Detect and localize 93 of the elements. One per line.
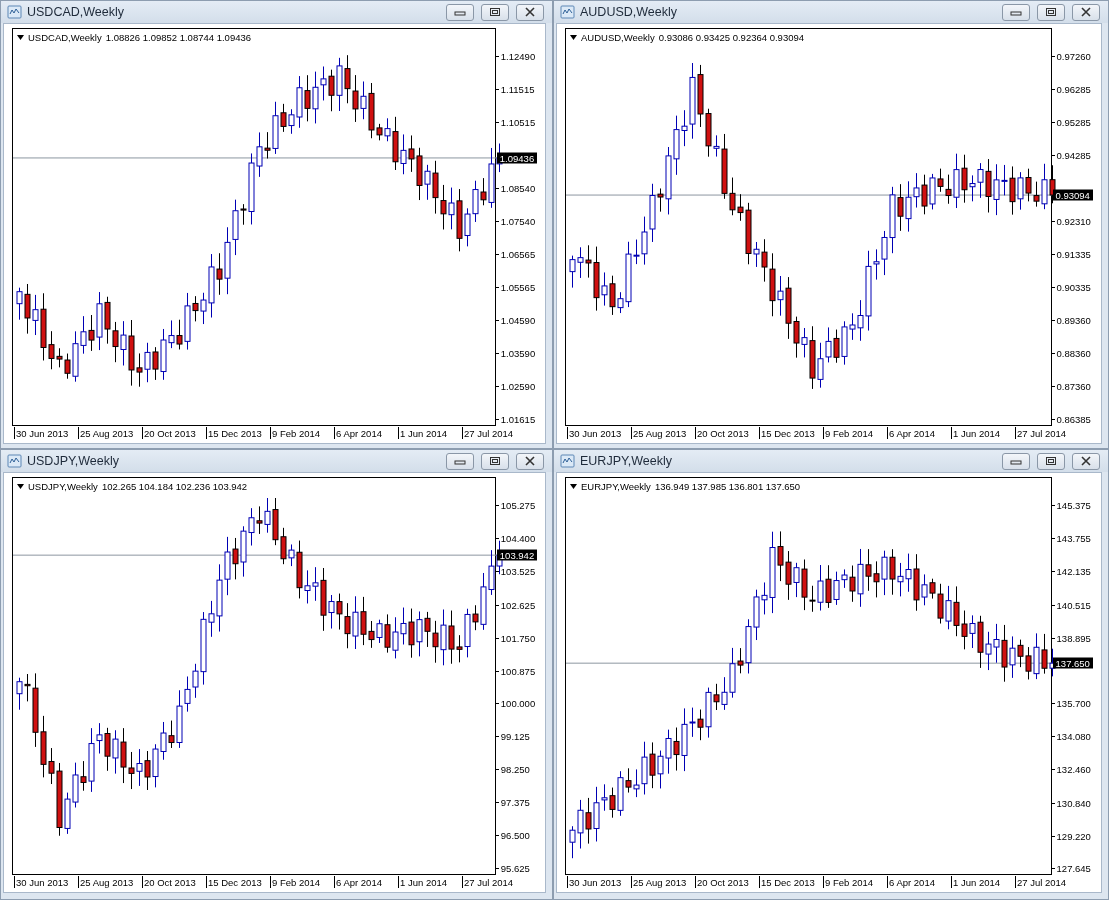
date-axis-label: 20 Oct 2013 [695, 876, 759, 888]
window-title: EURJPY,Weekly [580, 454, 673, 468]
date-axis-label: 25 Aug 2013 [631, 876, 695, 888]
price-axis-label: 100.000 [500, 697, 536, 709]
current-price-tag: 103.942 [496, 549, 538, 561]
date-axis-label: 30 Jun 2013 [567, 876, 631, 888]
date-axis-label: 6 Apr 2014 [334, 876, 398, 888]
price-axis-label: 127.645 [1056, 862, 1091, 874]
price-axis-label: 0.88360 [1056, 347, 1091, 359]
price-axis-label: 1.07540 [500, 215, 536, 227]
price-axis-label: 130.840 [1056, 797, 1091, 809]
price-axis-label: 0.95285 [1056, 116, 1091, 128]
date-axis-label: 25 Aug 2013 [631, 427, 695, 439]
price-axis-label: 0.89360 [1056, 314, 1091, 326]
price-axis-label: 1.01615 [500, 413, 536, 425]
date-axis-label: 30 Jun 2013 [567, 427, 631, 439]
date-axis-label: 15 Dec 2013 [206, 427, 270, 439]
price-axis-label: 1.04590 [500, 314, 536, 326]
price-axis-label: 1.08540 [500, 182, 536, 194]
price-axis-label: 0.87360 [1056, 380, 1091, 392]
date-axis-label: 1 Jun 2014 [951, 427, 1015, 439]
price-axis-label: 132.460 [1056, 763, 1091, 775]
ohlc-values: 0.93086 0.93425 0.92364 0.93094 [658, 32, 804, 43]
date-axis-label: 25 Aug 2013 [78, 876, 142, 888]
date-axis-label: 27 Jul 2014 [462, 427, 526, 439]
symbol-label: EURJPY,Weekly [581, 481, 651, 492]
price-axis-label: 138.895 [1056, 632, 1091, 644]
ohlc-values: 102.265 104.184 102.236 103.942 [101, 481, 248, 492]
price-axis-label: 0.94285 [1056, 149, 1091, 161]
symbol-label: AUDUSD,Weekly [581, 32, 655, 43]
date-axis-label: 9 Feb 2014 [270, 876, 334, 888]
window-title: AUDUSD,Weekly [580, 5, 678, 19]
price-axis-label: 145.375 [1056, 499, 1091, 511]
symbol-label: USDJPY,Weekly [28, 481, 98, 492]
price-axis-label: 134.080 [1056, 730, 1091, 742]
price-axis-label: 104.400 [500, 532, 536, 544]
date-axis-label: 25 Aug 2013 [78, 427, 142, 439]
price-axis-label: 1.03590 [500, 347, 536, 359]
price-axis-label: 1.05565 [500, 281, 536, 293]
date-axis-label: 27 Jul 2014 [462, 876, 526, 888]
date-axis-label: 30 Jun 2013 [14, 876, 78, 888]
price-axis-label: 102.625 [500, 599, 536, 611]
current-price-tag: 0.93094 [1052, 189, 1093, 201]
price-axis-label: 0.86385 [1056, 413, 1091, 425]
price-axis-label: 105.275 [500, 499, 536, 511]
price-axis-label: 0.90335 [1056, 281, 1091, 293]
date-axis-label: 9 Feb 2014 [270, 427, 334, 439]
current-price-tag: 1.09436 [496, 152, 538, 164]
date-axis-label: 30 Jun 2013 [14, 427, 78, 439]
window-title: USDCAD,Weekly [27, 5, 125, 19]
date-axis-label: 9 Feb 2014 [823, 427, 887, 439]
price-axis-label: 1.02590 [500, 380, 536, 392]
symbol-label: USDCAD,Weekly [28, 32, 102, 43]
price-axis-label: 142.135 [1056, 565, 1091, 577]
price-axis-label: 1.10515 [500, 116, 536, 128]
price-axis-label: 140.515 [1056, 599, 1091, 610]
price-axis-label: 95.625 [500, 862, 530, 874]
price-axis-label: 1.12490 [500, 50, 536, 62]
date-axis-label: 1 Jun 2014 [398, 876, 462, 888]
date-axis-label: 27 Jul 2014 [1015, 427, 1079, 439]
date-axis-label: 6 Apr 2014 [334, 427, 398, 439]
price-axis-label: 0.92310 [1056, 215, 1091, 227]
date-axis-label: 15 Dec 2013 [206, 876, 270, 888]
price-axis-label: 100.875 [500, 665, 536, 676]
date-axis-label: 9 Feb 2014 [823, 876, 887, 888]
date-axis-label: 1 Jun 2014 [951, 876, 1015, 888]
date-axis-label: 27 Jul 2014 [1015, 876, 1079, 888]
date-axis-label: 20 Oct 2013 [142, 876, 206, 888]
price-axis-label: 98.250 [500, 763, 530, 775]
price-axis-label: 1.11515 [500, 83, 535, 95]
window-title: USDJPY,Weekly [27, 454, 120, 468]
price-axis-label: 96.500 [500, 829, 530, 841]
ohlc-values: 136.949 137.985 136.801 137.650 [654, 481, 801, 492]
date-axis-label: 20 Oct 2013 [142, 427, 206, 439]
date-axis-label: 1 Jun 2014 [398, 427, 462, 439]
price-axis-label: 0.91335 [1056, 248, 1091, 260]
price-axis-label: 101.750 [500, 632, 536, 644]
date-axis-label: 15 Dec 2013 [759, 876, 823, 888]
date-axis-label: 6 Apr 2014 [887, 427, 951, 439]
price-axis-label: 129.220 [1056, 830, 1091, 842]
price-axis-label: 97.375 [500, 796, 530, 808]
price-axis-label: 135.700 [1056, 697, 1091, 709]
current-price-tag: 137.650 [1052, 657, 1093, 669]
date-axis-label: 6 Apr 2014 [887, 876, 951, 888]
price-axis-label: 0.97260 [1056, 50, 1091, 62]
price-axis-label: 0.96285 [1056, 83, 1091, 95]
ohlc-values: 1.08826 1.09852 1.08744 1.09436 [105, 32, 251, 43]
price-axis-label: 143.755 [1056, 532, 1091, 544]
price-axis-label: 99.125 [500, 730, 530, 742]
price-axis-label: 1.06565 [500, 248, 536, 260]
date-axis-label: 15 Dec 2013 [759, 427, 823, 439]
price-axis-label: 103.525 [500, 565, 536, 577]
date-axis-label: 20 Oct 2013 [695, 427, 759, 439]
